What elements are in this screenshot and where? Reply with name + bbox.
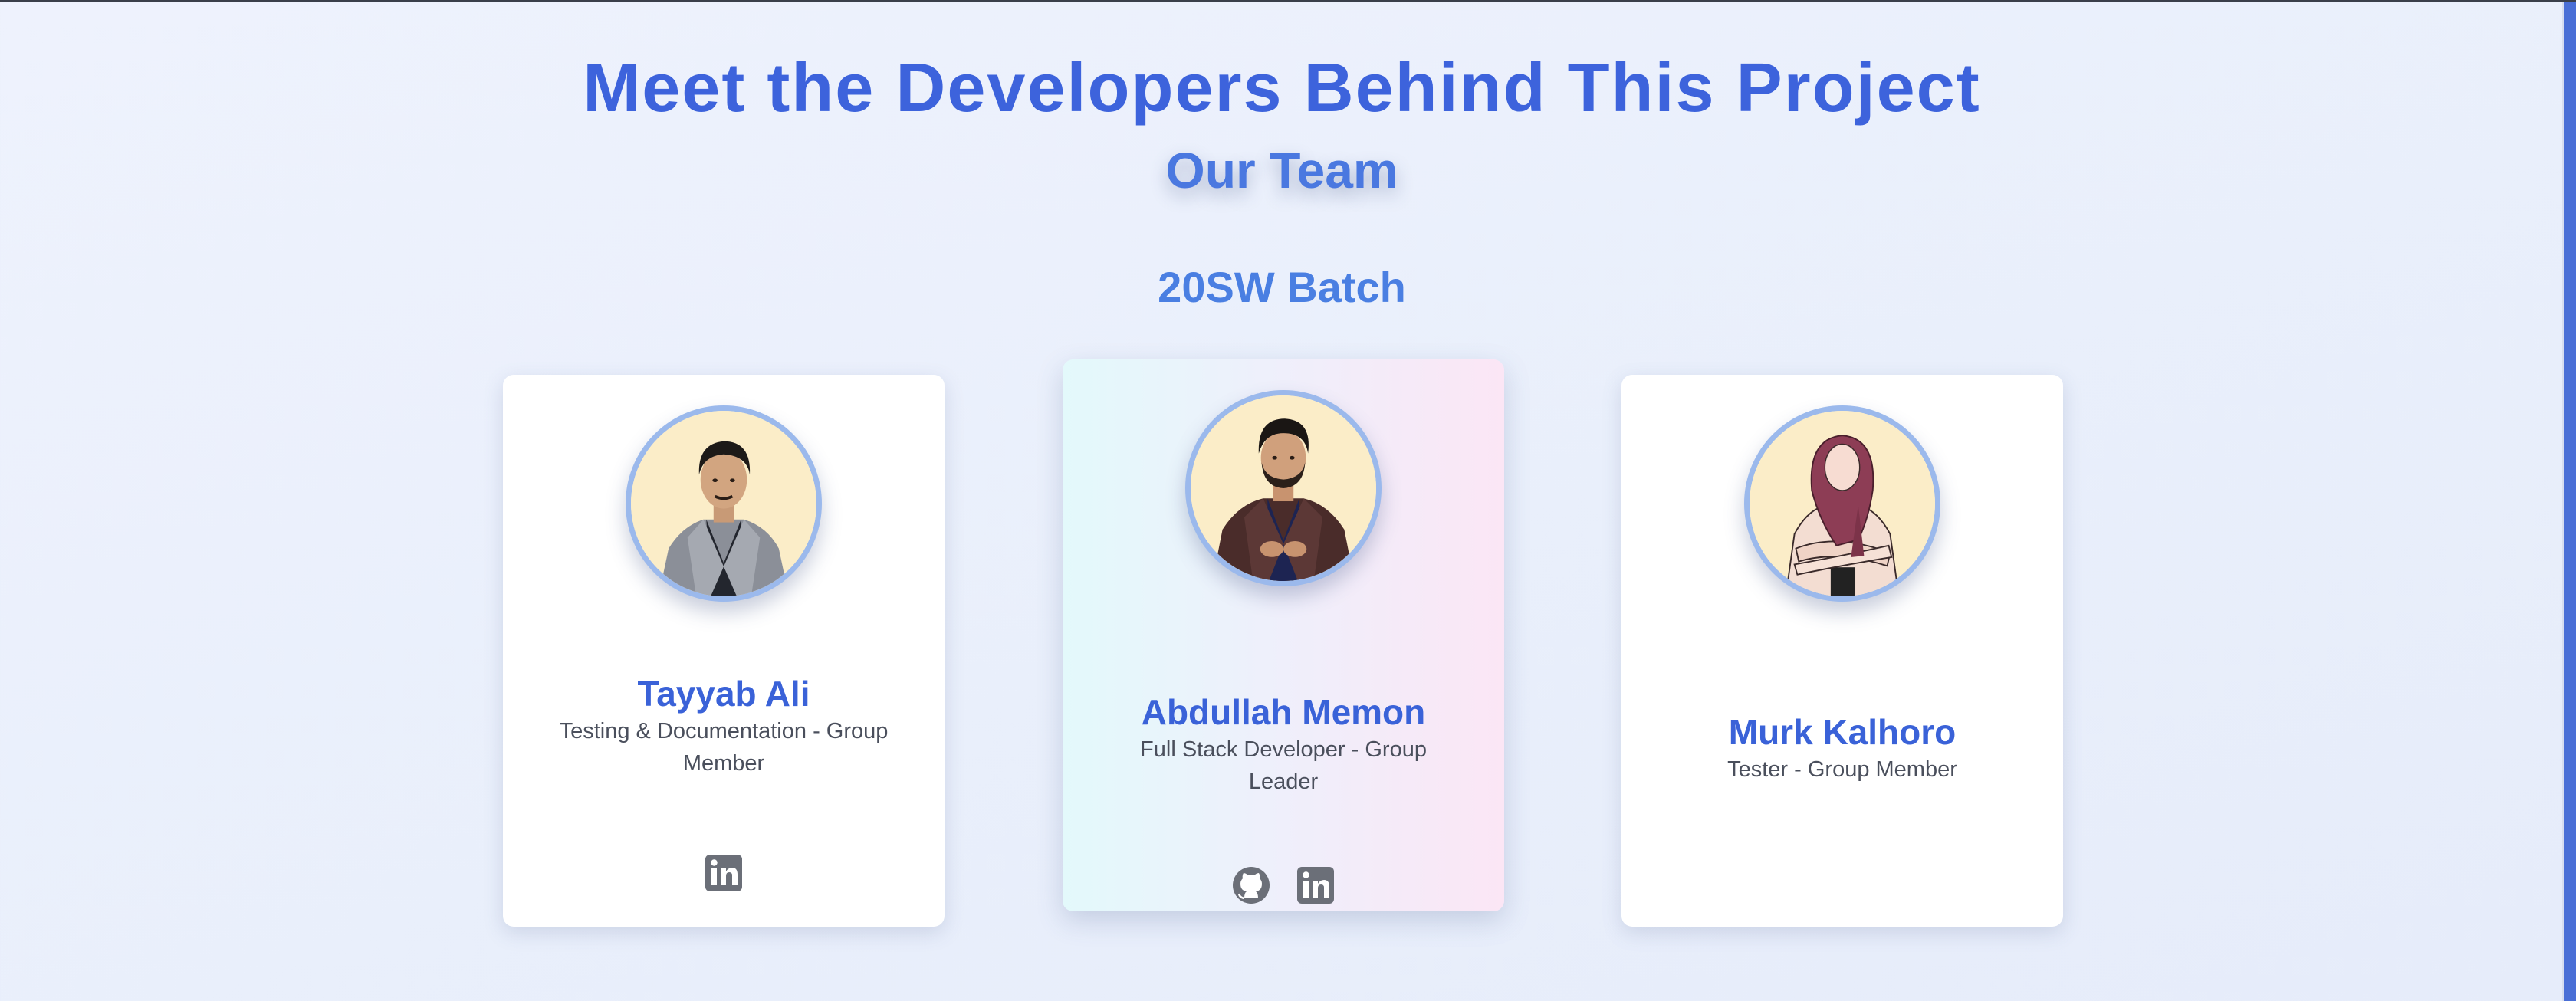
team-card-tayyab-ali: Tayyab Ali Testing & Documentation - Gro… (503, 375, 945, 927)
batch-heading: 20SW Batch (1158, 263, 1406, 311)
social-links (1063, 865, 1504, 905)
linkedin-icon[interactable] (1296, 865, 1336, 905)
scrollbar[interactable] (2564, 2, 2576, 1001)
developer-photo (631, 411, 816, 596)
linkedin-icon[interactable] (704, 853, 744, 893)
member-name: Tayyab Ali (637, 674, 810, 714)
page-title: Meet the Developers Behind This Project (583, 50, 1981, 126)
member-name: Abdullah Memon (1141, 692, 1426, 732)
member-role: Testing & Documentation - Group Member (559, 719, 889, 776)
social-links (503, 853, 945, 893)
avatar (1744, 405, 1940, 602)
member-name: Murk Kalhoro (1728, 712, 1957, 752)
avatar (1185, 390, 1382, 586)
team-card-abdullah-memon: Abdullah Memon Full Stack Developer - Gr… (1063, 359, 1504, 911)
developer-photo (1191, 395, 1376, 581)
team-card-murk-kalhoro: Murk Kalhoro Tester - Group Member (1622, 375, 2063, 927)
member-role: Full Stack Developer - Group Leader (1140, 737, 1427, 794)
avatar (626, 405, 822, 602)
developer-illustration (1750, 411, 1935, 596)
section-title: Our Team (1165, 142, 1398, 199)
member-role: Tester - Group Member (1727, 757, 1957, 782)
github-icon[interactable] (1231, 865, 1271, 905)
